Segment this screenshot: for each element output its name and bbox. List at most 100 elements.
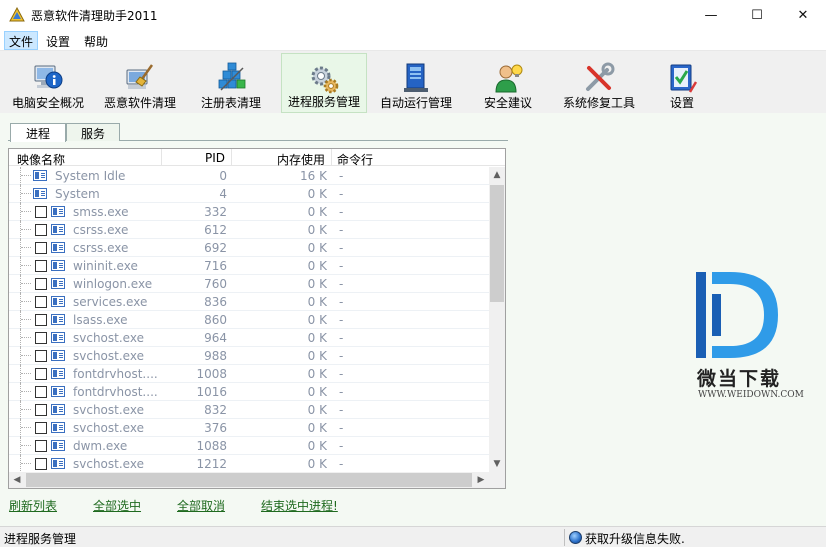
startup-book-icon (404, 63, 428, 92)
column-separator[interactable] (331, 149, 332, 166)
horizontal-scroll-thumb[interactable] (26, 473, 472, 487)
table-row[interactable]: fontdrvhost.... 1008 0 K- (9, 365, 489, 383)
tool-malware-cleanup[interactable]: 恶意软件清理 (98, 53, 182, 113)
refresh-list-link[interactable]: 刷新列表 (9, 497, 57, 514)
process-checkbox[interactable] (35, 404, 47, 416)
table-row[interactable]: svchost.exe 964 0 K- (9, 329, 489, 347)
scroll-right-icon[interactable]: ▶ (473, 472, 489, 488)
column-header-pid[interactable]: PID (205, 151, 225, 165)
column-header-memory[interactable]: 内存使用 (277, 151, 325, 168)
minimize-button[interactable]: — (688, 0, 734, 30)
end-selected-process-link[interactable]: 结束选中进程! (261, 497, 338, 514)
horizontal-scrollbar[interactable]: ◀ ▶ (9, 472, 489, 488)
table-row[interactable]: svchost.exe 988 0 K- (9, 347, 489, 365)
table-row[interactable]: csrss.exe 612 0 K- (9, 221, 489, 239)
table-row[interactable]: svchost.exe 376 0 K- (9, 419, 489, 437)
process-memory: 0 K (307, 295, 327, 309)
process-name: svchost.exe (73, 457, 144, 471)
process-window-icon (51, 422, 65, 433)
process-checkbox[interactable] (35, 458, 47, 470)
process-memory: 16 K (300, 169, 327, 183)
process-checkbox[interactable] (35, 278, 47, 290)
menu-help[interactable]: 帮助 (80, 31, 112, 50)
process-checkbox[interactable] (35, 332, 47, 344)
tool-process-service[interactable]: 进程服务管理 (281, 53, 367, 113)
table-row[interactable]: winlogon.exe 760 0 K- (9, 275, 489, 293)
process-checkbox[interactable] (35, 296, 47, 308)
process-checkbox[interactable] (35, 368, 47, 380)
process-checkbox[interactable] (35, 350, 47, 362)
table-row[interactable]: svchost.exe 832 0 K- (9, 401, 489, 419)
process-checkbox[interactable] (35, 242, 47, 254)
process-window-icon (51, 206, 65, 217)
process-checkbox[interactable] (35, 386, 47, 398)
select-all-link[interactable]: 全部选中 (93, 497, 141, 514)
table-row[interactable]: System Idle 0 16 K- (9, 167, 489, 185)
tool-system-repair[interactable]: 系统修复工具 (558, 53, 640, 113)
process-checkbox[interactable] (35, 314, 47, 326)
tree-connector (21, 247, 31, 248)
process-name: svchost.exe (73, 421, 144, 435)
process-command-line: - (339, 457, 344, 471)
gears-icon (311, 66, 339, 94)
process-checkbox[interactable] (35, 440, 47, 452)
tool-label: 注册表清理 (200, 96, 261, 110)
tree-connector (20, 437, 21, 455)
column-header-command-line[interactable]: 命令行 (337, 151, 373, 168)
process-window-icon (51, 368, 65, 379)
tool-autorun-manage[interactable]: 自动运行管理 (376, 53, 456, 113)
repair-tools-icon (586, 62, 615, 91)
table-row[interactable]: fontdrvhost.... 1016 0 K- (9, 383, 489, 401)
table-row[interactable]: System 4 0 K- (9, 185, 489, 203)
menu-settings[interactable]: 设置 (42, 31, 74, 50)
process-checkbox[interactable] (35, 260, 47, 272)
scroll-down-icon[interactable]: ▼ (489, 456, 505, 472)
tab-service[interactable]: 服务 (66, 123, 120, 141)
tree-connector (21, 283, 31, 284)
process-name: smss.exe (73, 205, 129, 219)
process-checkbox[interactable] (35, 422, 47, 434)
scroll-up-icon[interactable]: ▲ (489, 167, 505, 183)
table-row[interactable]: dwm.exe 1088 0 K- (9, 437, 489, 455)
table-row[interactable]: services.exe 836 0 K- (9, 293, 489, 311)
table-row[interactable]: svchost.exe 1212 0 K- (9, 455, 489, 472)
process-window-icon (51, 350, 65, 361)
vertical-scroll-thumb[interactable] (490, 185, 504, 302)
tree-connector (20, 167, 21, 185)
process-window-icon (51, 278, 65, 289)
process-command-line: - (339, 187, 344, 201)
column-separator[interactable] (231, 149, 232, 166)
deselect-all-link[interactable]: 全部取消 (177, 497, 225, 514)
process-window-icon (33, 170, 47, 181)
tool-settings[interactable]: 设置 (656, 53, 708, 113)
status-separator (564, 529, 565, 546)
menu-file[interactable]: 文件 (4, 31, 39, 50)
tab-process[interactable]: 进程 (10, 123, 66, 142)
table-row[interactable]: csrss.exe 692 0 K- (9, 239, 489, 257)
close-button[interactable]: ✕ (780, 0, 826, 30)
column-header-image-name[interactable]: 映像名称 (17, 151, 65, 168)
maximize-button[interactable]: ☐ (734, 0, 780, 30)
table-row[interactable]: wininit.exe 716 0 K- (9, 257, 489, 275)
scroll-corner (489, 472, 505, 488)
process-pid: 332 (204, 205, 227, 219)
scroll-left-icon[interactable]: ◀ (9, 472, 25, 488)
tool-security-overview[interactable]: 电脑安全概况 (6, 53, 90, 113)
table-row[interactable]: smss.exe 332 0 K- (9, 203, 489, 221)
table-row[interactable]: lsass.exe 860 0 K- (9, 311, 489, 329)
process-checkbox[interactable] (35, 224, 47, 236)
tool-security-advice[interactable]: 安全建议 (476, 53, 540, 113)
tool-registry-cleanup[interactable]: 注册表清理 (194, 53, 268, 113)
vertical-scrollbar[interactable]: ▲ ▼ (489, 167, 505, 472)
tree-connector (20, 275, 21, 293)
process-checkbox[interactable] (35, 206, 47, 218)
tree-connector (20, 221, 21, 239)
process-command-line: - (339, 403, 344, 417)
process-memory: 0 K (307, 367, 327, 381)
process-name: services.exe (73, 295, 148, 309)
process-pid: 376 (204, 421, 227, 435)
process-name: System Idle (55, 169, 126, 183)
settings-checklist-icon (670, 64, 698, 93)
watermark-url: WWW.WEIDOWN.COM (698, 390, 804, 400)
column-separator[interactable] (161, 149, 162, 166)
